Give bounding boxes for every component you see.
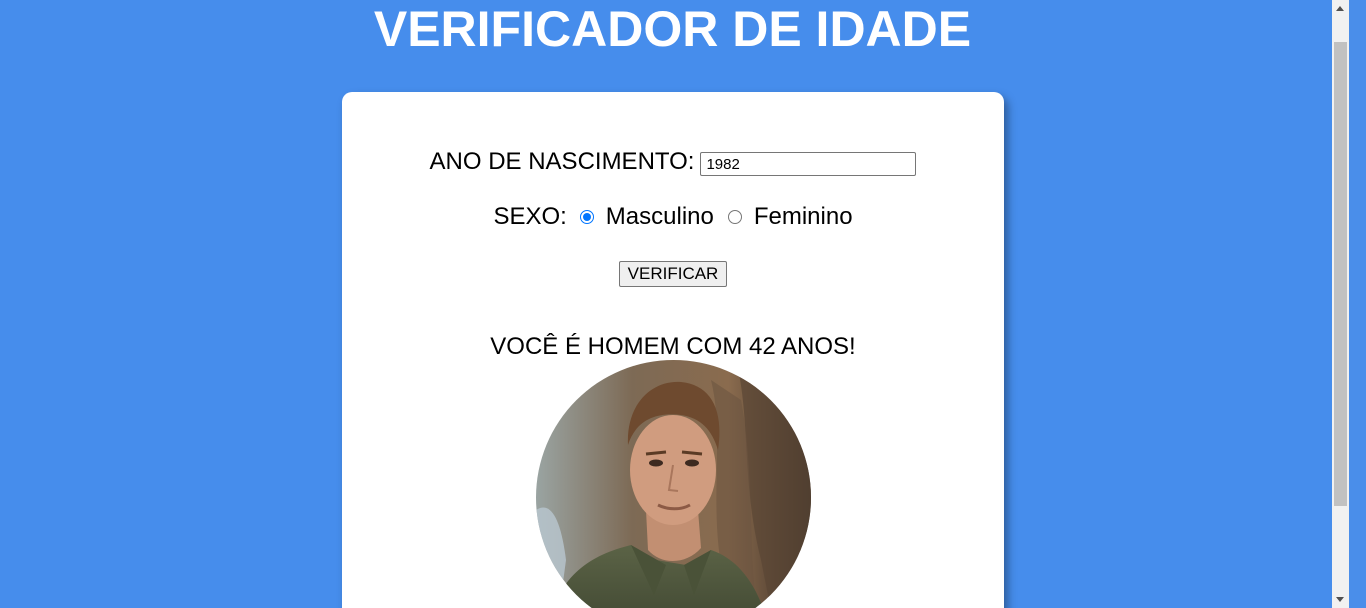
- radio-feminino[interactable]: [727, 210, 742, 224]
- scroll-thumb[interactable]: [1334, 42, 1347, 506]
- result-text: VOCÊ É HOMEM COM 42 ANOS!: [490, 333, 856, 360]
- page-background: VERIFICADOR DE IDADE ANO DE NASCIMENTO: …: [0, 0, 1349, 608]
- scroll-down-icon[interactable]: [1336, 597, 1344, 602]
- vertical-scrollbar[interactable]: [1332, 0, 1349, 608]
- year-row: ANO DE NASCIMENTO:: [342, 146, 1004, 178]
- year-label: ANO DE NASCIMENTO:: [429, 148, 695, 175]
- radio-feminino-label[interactable]: Feminino: [754, 203, 853, 231]
- page-title: VERIFICADOR DE IDADE: [373, 1, 972, 57]
- verify-button[interactable]: VERIFICAR: [618, 261, 728, 287]
- radio-masculino[interactable]: [579, 210, 594, 224]
- sex-label: SEXO:: [493, 203, 567, 230]
- scroll-up-icon[interactable]: [1336, 6, 1344, 11]
- man-portrait-photo: [536, 360, 811, 608]
- button-row: VERIFICAR: [342, 260, 1004, 288]
- radio-masculino-label[interactable]: Masculino: [606, 203, 714, 231]
- sex-row: SEXO: Masculino Feminino: [342, 202, 1004, 232]
- birth-year-input[interactable]: [700, 152, 917, 176]
- verifier-card: ANO DE NASCIMENTO: SEXO: Masculino Femin…: [342, 92, 1004, 608]
- result-row: VOCÊ É HOMEM COM 42 ANOS!: [342, 331, 1004, 363]
